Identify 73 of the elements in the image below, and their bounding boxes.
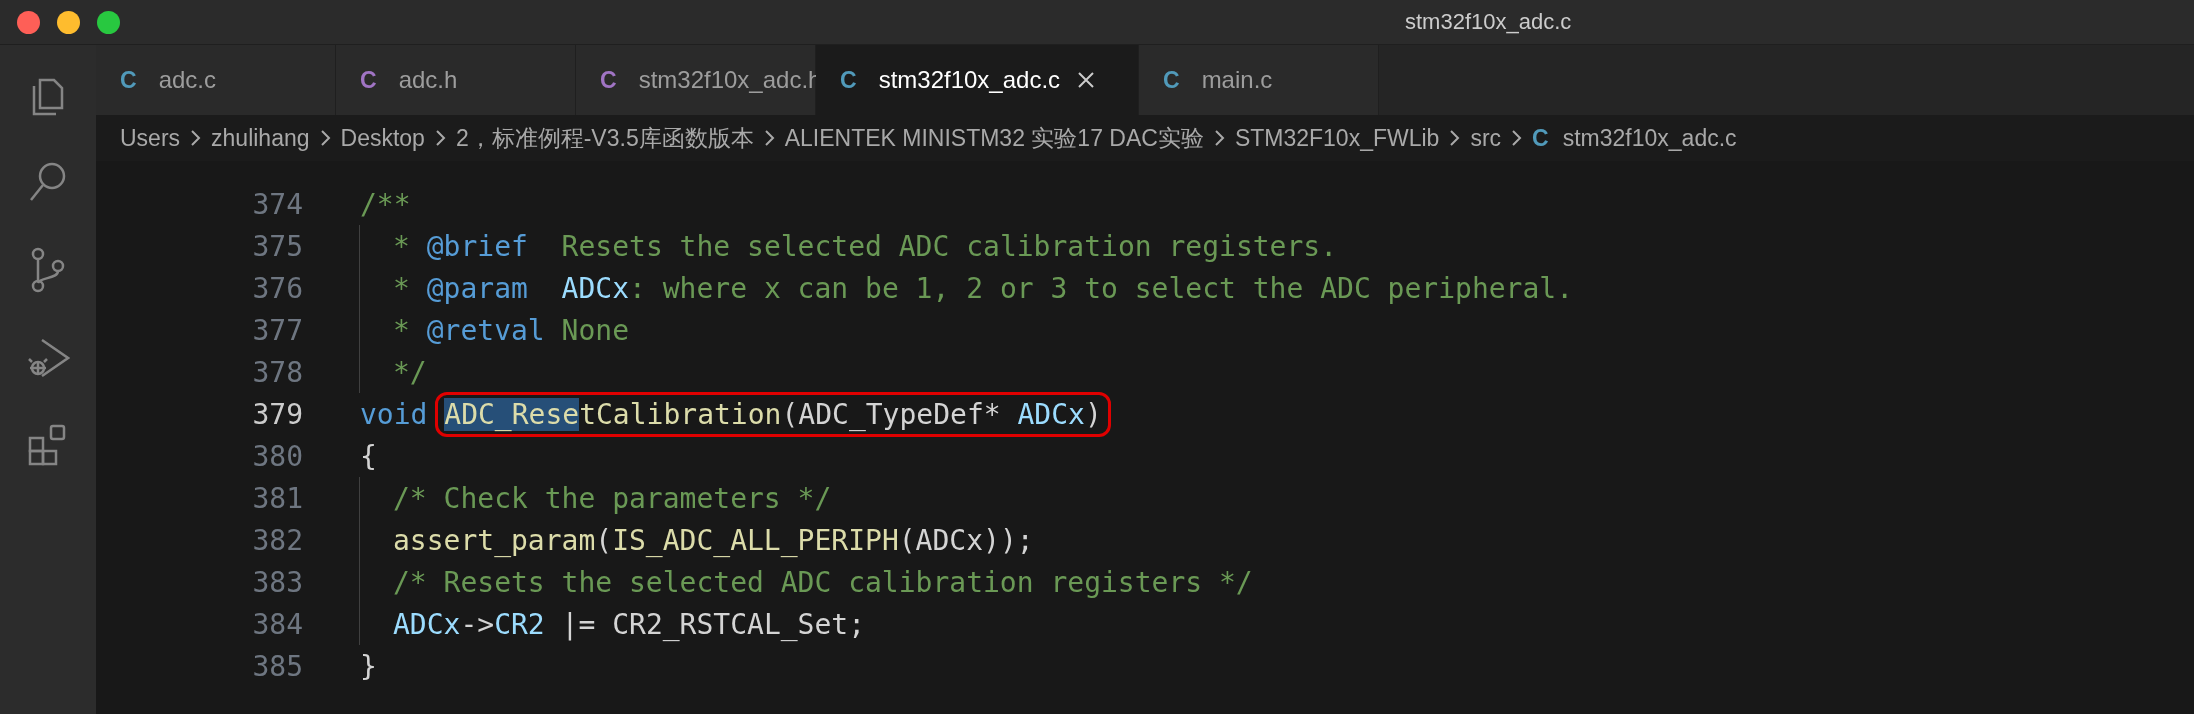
code-token: (ADC_TypeDef* [781,397,1002,431]
line-number: 375 [251,229,303,263]
line-number: 385 [251,649,303,683]
breadcrumb-item[interactable]: STM32F10x_FWLib [1234,124,1440,152]
code-token: : where x can be 1, 2 or 3 to select the ADC peripheral. [629,271,1574,305]
breadcrumb-item[interactable]: Desktop [340,124,425,152]
breadcrumb-item[interactable]: zhulihang [211,124,310,152]
code-token: ) [1084,397,1102,431]
chevron-icon [1448,128,1462,148]
code-token: ADCx [561,271,629,305]
c-file-icon: C [840,66,857,94]
chevron-icon [318,128,332,148]
chevron-icon [433,128,447,148]
c-file-icon: C [600,66,617,94]
code-token: ADCx [393,607,461,641]
breadcrumb-item[interactable]: Users [120,124,181,152]
c-file-icon: C [1532,124,1549,152]
editor-tab[interactable]: C stm32f10x_adc.h [576,45,816,115]
c-file-icon: C [360,66,377,94]
code-token: } [360,649,377,683]
line-number: 380 [251,439,303,473]
minimize-button[interactable] [57,10,80,34]
code-token: @brief [426,229,528,263]
code-token: * [393,313,411,347]
chevron-icon [1212,128,1226,148]
line-number: 384 [251,607,303,641]
code-token: |= CR2_RSTCAL_Set; [560,607,866,641]
code-token: -> [460,607,495,641]
line-number: 376 [251,271,303,305]
breadcrumb-item[interactable]: src [1470,124,1502,152]
line-number: 377 [251,313,303,347]
code-token: /** [360,187,411,221]
line-number: 378 [251,355,303,389]
line-number: 379 [251,397,303,431]
line-number: 374 [251,187,303,221]
breadcrumb-item[interactable]: 2，标准例程-V3.5库函数版本 [455,122,754,154]
code-token: tCalibration [579,397,782,431]
editor-tab[interactable]: C adc.h [336,45,576,115]
chevron-icon [1510,128,1524,148]
code-token: None [560,313,630,347]
code-token: assert_param [393,523,596,557]
code-token: /* Resets the selected ADC calibration registers */ [393,565,1253,599]
breadcrumb-item[interactable]: ALIENTEK MINISTM32 实验17 DAC实验 [784,122,1204,154]
code-token: ( [595,523,613,557]
code-token: (ADCx)); [898,523,1034,557]
c-file-icon: C [1163,66,1180,94]
editor-tab[interactable]: C main.c [1139,45,1379,115]
window-title: stm32f10x_adc.c [1405,9,1572,35]
code-token: * [393,271,411,305]
editor-tab[interactable]: C stm32f10x_adc.c [816,45,1139,115]
line-number: 382 [251,523,303,557]
code-token: @param [426,271,529,305]
code-token: /* Check the parameters */ [393,481,832,515]
chevron-icon [762,128,776,148]
breadcrumb-item[interactable]: C stm32f10x_adc.c [1532,124,1737,152]
c-file-icon: C [120,66,137,94]
code-token: void [360,397,429,431]
code-token: Resets the selected ADC calibration registers. [560,229,1338,263]
selected-text: ADC_Rese [444,397,580,431]
code-token: { [360,439,377,473]
line-number: 383 [251,565,303,599]
chevron-icon [189,128,203,148]
code-token: */ [393,355,427,389]
code-token: @retval [426,313,545,347]
close-button[interactable] [17,10,40,34]
code-token: ADCx [1017,397,1085,431]
code-token: * [393,229,411,263]
zoom-button[interactable] [97,10,120,34]
code-token: IS_ADC_ALL_PERIPH [612,523,899,557]
line-number: 381 [251,481,303,515]
close-icon[interactable] [1076,70,1097,90]
editor-tab[interactable]: C adc.c [96,45,336,115]
code-token: CR2 [494,607,545,641]
